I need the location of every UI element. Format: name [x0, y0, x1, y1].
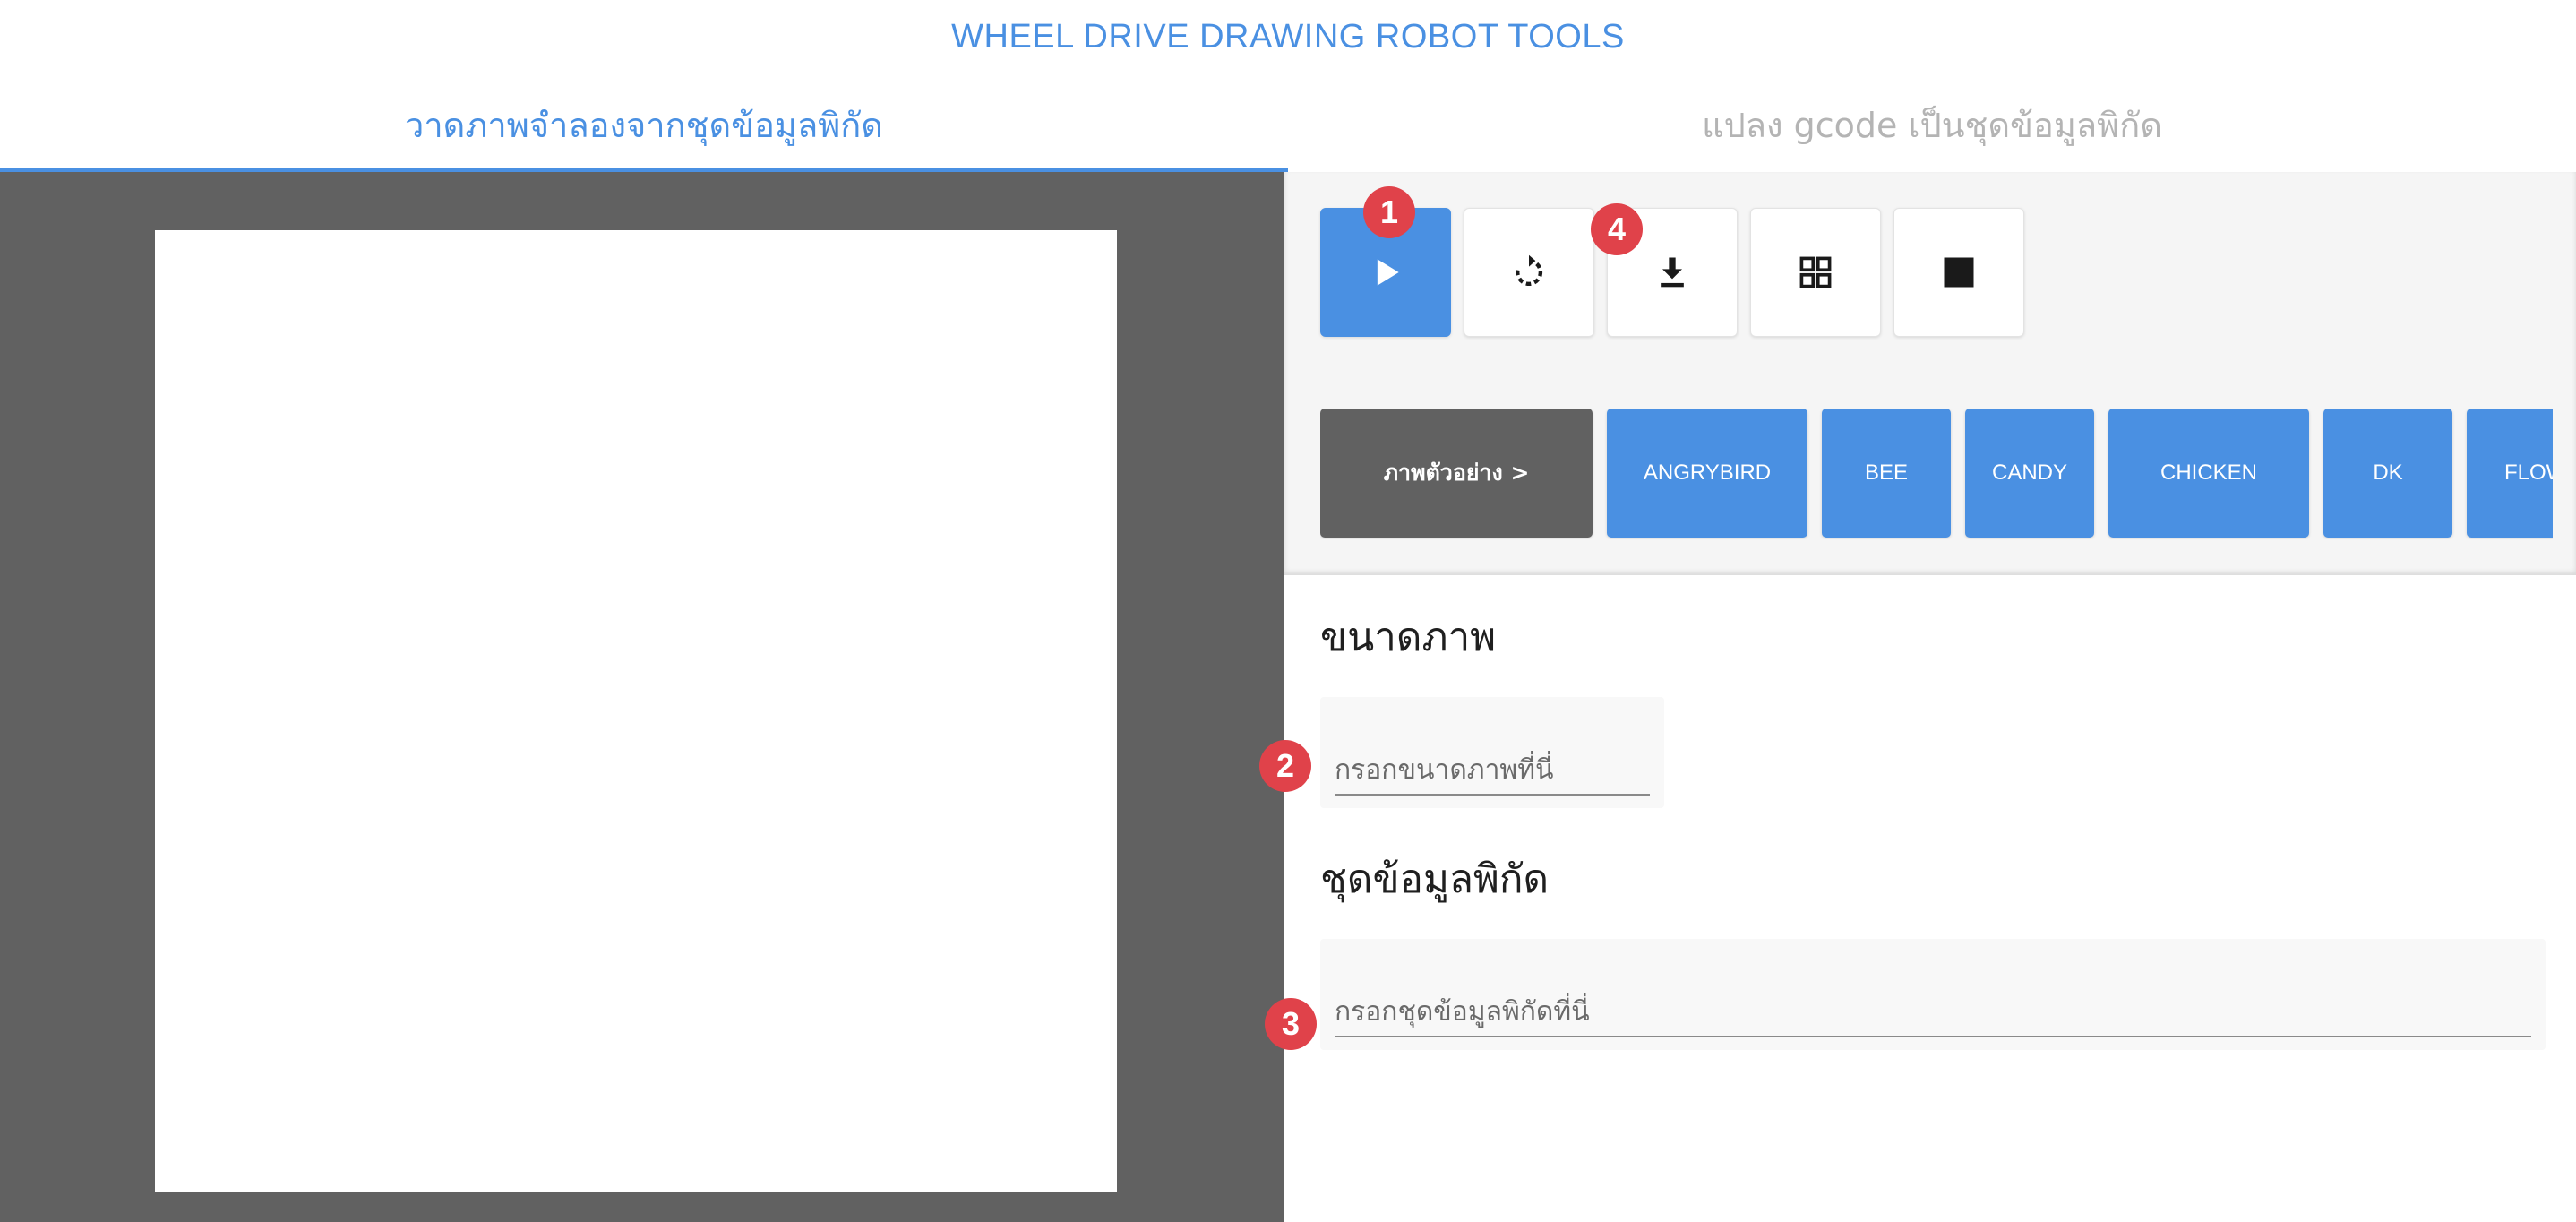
grid-icon [1799, 256, 1832, 288]
image-size-input[interactable] [1335, 745, 1650, 796]
sample-angrybird-button[interactable]: ANGRYBIRD [1607, 409, 1807, 538]
stop-icon [1944, 257, 1974, 288]
sample-flower-button[interactable]: FLOWER [2467, 409, 2553, 538]
stop-button[interactable] [1893, 208, 2024, 337]
play-icon [1377, 259, 1399, 286]
toolbar-area: 1 4 ภาพตัวอย่าง > ANGRYBIRD BEE CANDY CH… [1284, 172, 2576, 575]
controls-panel: 1 4 ภาพตัวอย่าง > ANGRYBIRD BEE CANDY CH… [1259, 172, 2576, 1222]
drawing-canvas[interactable] [155, 230, 1117, 1192]
step-badge-1: 1 [1363, 186, 1415, 238]
image-size-field [1320, 697, 1664, 808]
image-size-heading: ขนาดภาพ [1320, 615, 1497, 660]
tab-gcode-to-coordinates[interactable]: แปลง gcode เป็นชุดข้อมูลพิกัด [1288, 82, 2576, 172]
sample-dk-button[interactable]: DK [2323, 409, 2452, 538]
step-badge-4: 4 [1591, 203, 1643, 255]
coordinates-input[interactable] [1335, 987, 2531, 1037]
sample-images-row: ภาพตัวอย่าง > ANGRYBIRD BEE CANDY CHICKE… [1320, 409, 2553, 539]
sample-candy-button[interactable]: CANDY [1965, 409, 2094, 538]
preview-panel [0, 172, 1284, 1222]
sample-chicken-button[interactable]: CHICKEN [2108, 409, 2309, 538]
step-badge-2: 2 [1259, 740, 1311, 792]
download-icon [1661, 257, 1684, 288]
refresh-icon [1516, 254, 1543, 286]
coordinates-heading: ชุดข้อมูลพิกัด [1320, 856, 1550, 902]
grid-button[interactable] [1750, 208, 1881, 337]
step-badge-3: 3 [1265, 998, 1317, 1050]
sample-bee-button[interactable]: BEE [1822, 409, 1951, 538]
tab-draw-from-coordinates[interactable]: วาดภาพจำลองจากชุดข้อมูลพิกัด [0, 82, 1288, 172]
reset-button[interactable] [1464, 208, 1594, 337]
sample-images-label[interactable]: ภาพตัวอย่าง > [1320, 409, 1593, 538]
tab-bar: วาดภาพจำลองจากชุดข้อมูลพิกัด แปลง gcode … [0, 82, 2576, 172]
app-title: WHEEL DRIVE DRAWING ROBOT TOOLS [951, 18, 1625, 56]
coordinates-field [1320, 939, 2546, 1050]
